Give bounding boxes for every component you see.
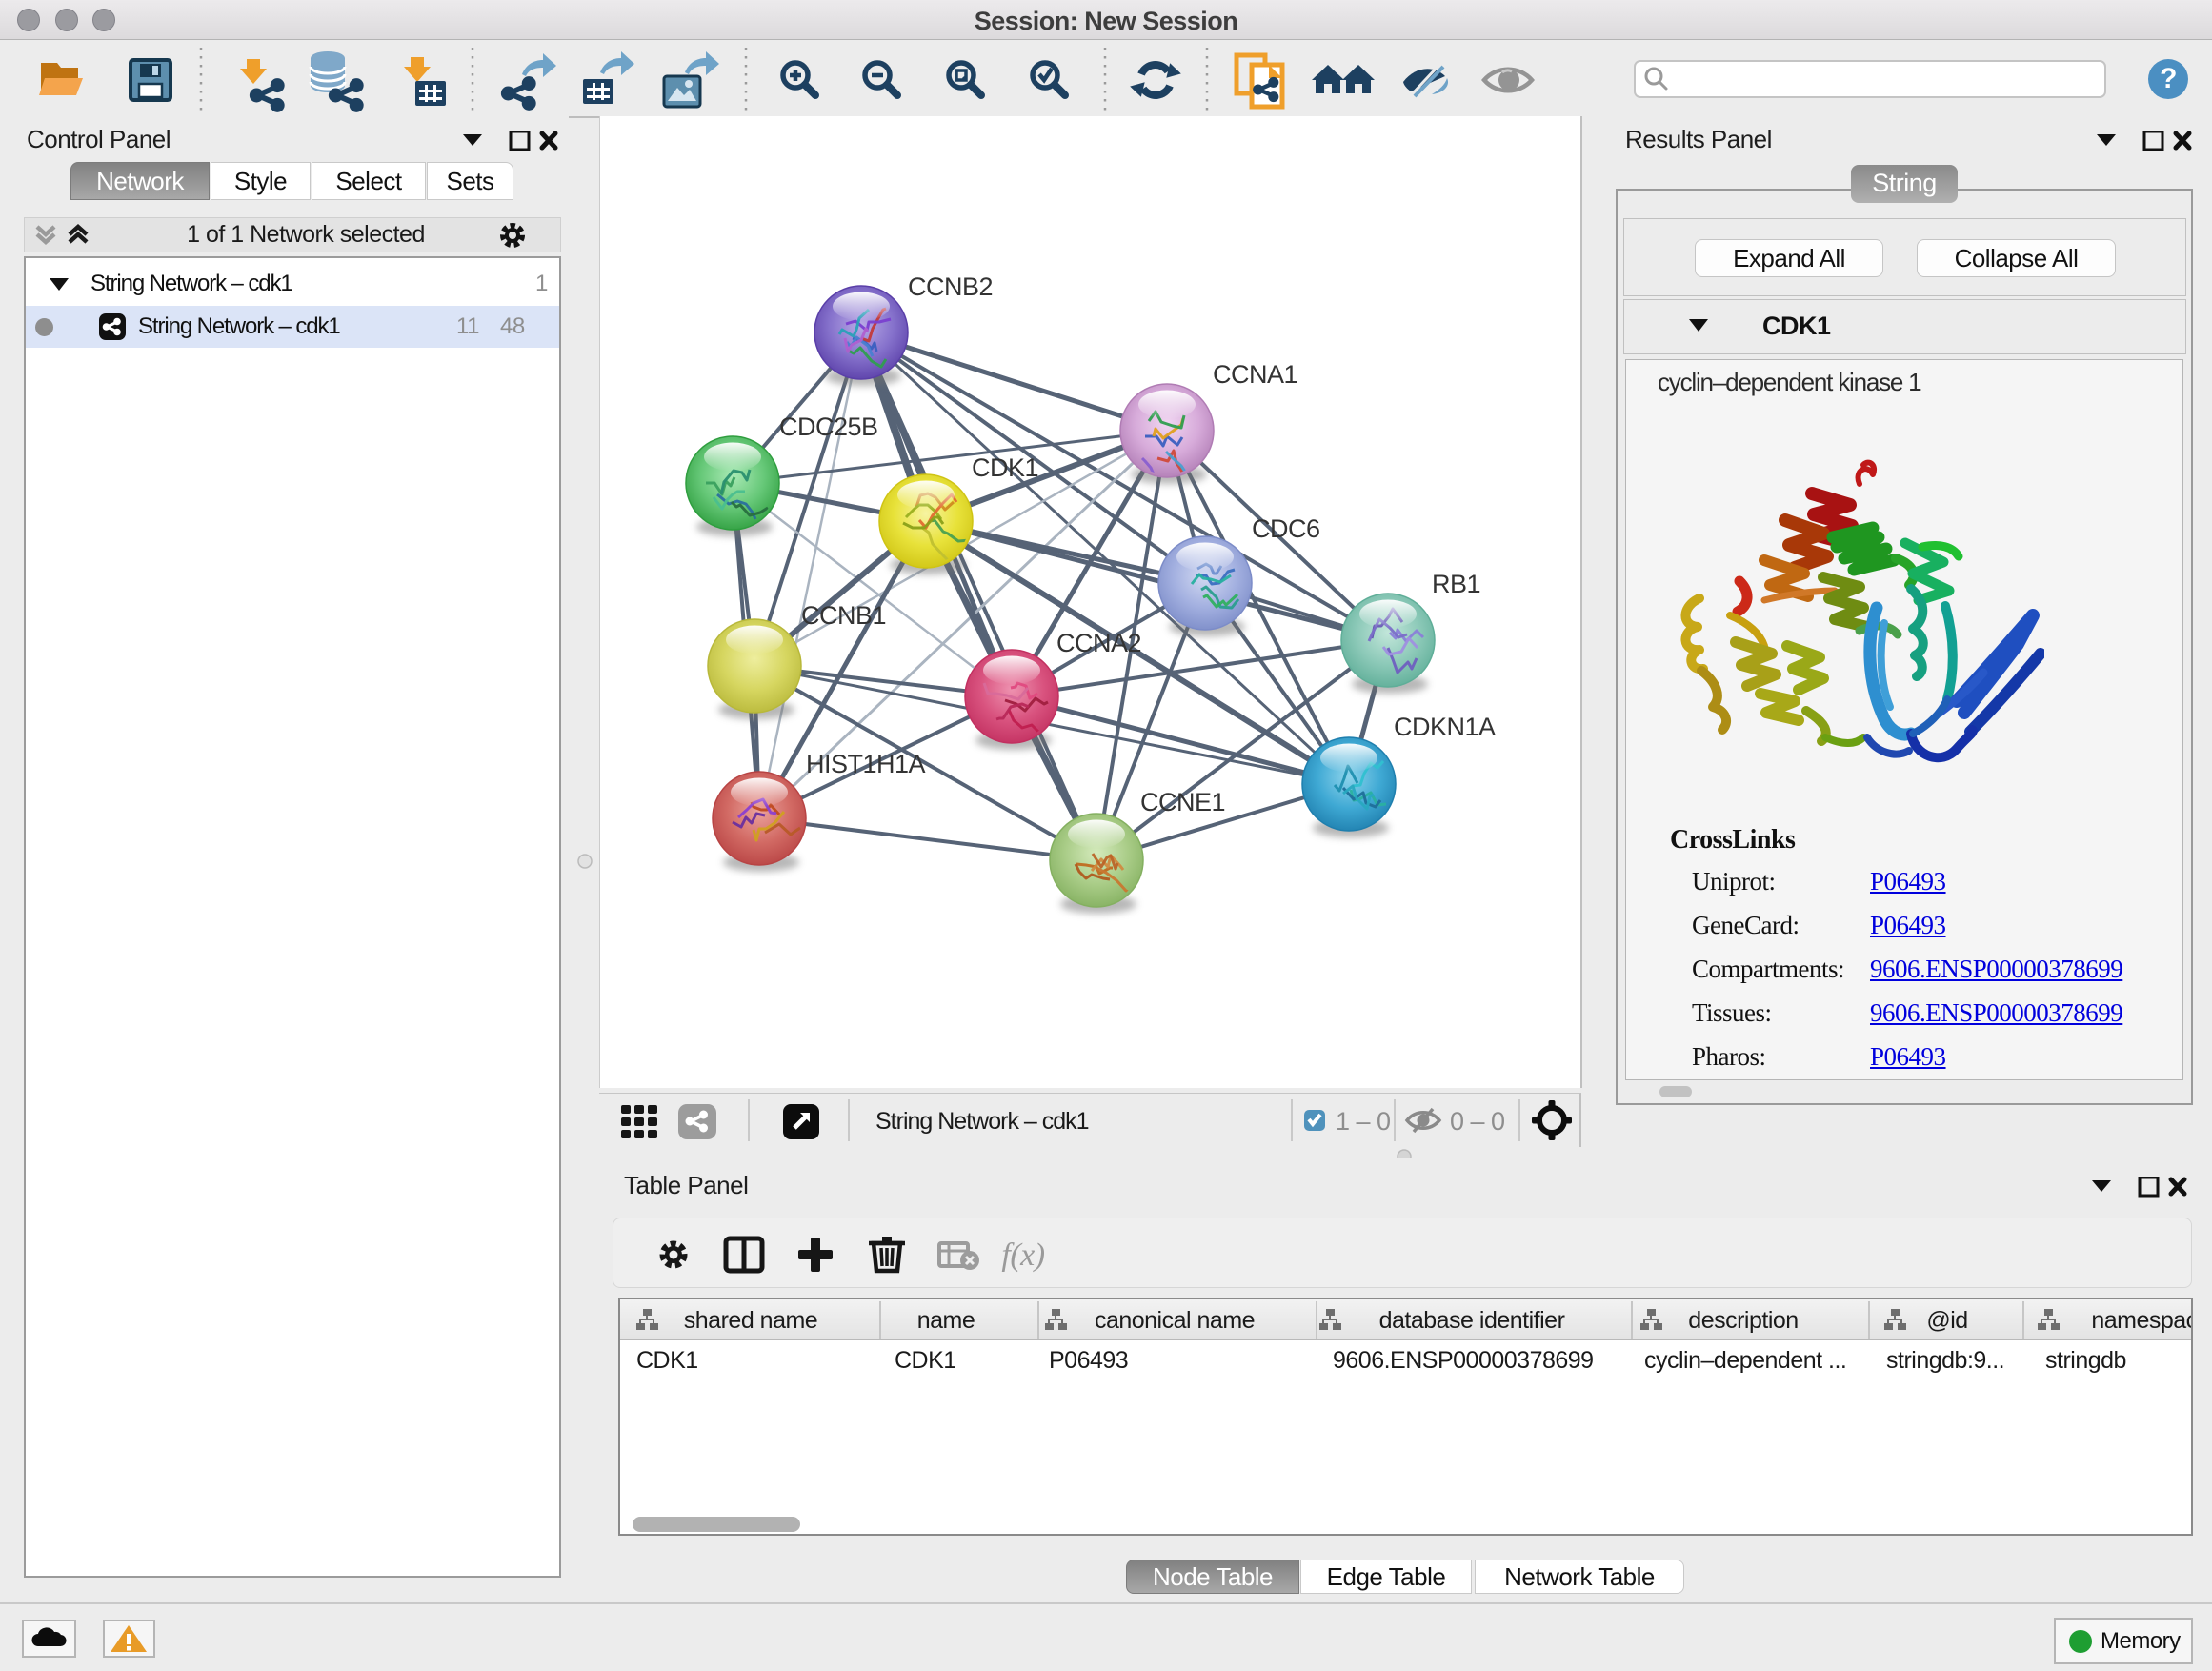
svg-text:stringdb:9...: stringdb:9...	[1886, 1347, 2004, 1374]
svg-text:CDC25B: CDC25B	[779, 413, 878, 441]
svg-text:0 – 0: 0 – 0	[1450, 1107, 1505, 1136]
svg-text:P06493: P06493	[1049, 1347, 1128, 1374]
svg-text:name: name	[917, 1307, 975, 1334]
svg-text:description: description	[1688, 1307, 1798, 1334]
svg-text:CDKN1A: CDKN1A	[1394, 713, 1496, 741]
svg-text:CDK1: CDK1	[636, 1347, 698, 1374]
svg-text:9606.ENSP00000378699: 9606.ENSP00000378699	[1333, 1347, 1594, 1374]
svg-text:HIST1H1A: HIST1H1A	[806, 750, 926, 778]
svg-text:CCNB2: CCNB2	[908, 272, 993, 301]
svg-text:canonical name: canonical name	[1095, 1307, 1255, 1334]
svg-text:namespac: namespac	[2091, 1307, 2191, 1334]
svg-text:CDC6: CDC6	[1252, 514, 1320, 543]
svg-text:CDK1: CDK1	[895, 1347, 956, 1374]
svg-text:cyclin–dependent ...: cyclin–dependent ...	[1644, 1347, 1846, 1374]
svg-text:database identifier: database identifier	[1379, 1307, 1565, 1334]
svg-text:CCNE1: CCNE1	[1140, 788, 1225, 816]
svg-text:CCNA1: CCNA1	[1213, 360, 1297, 389]
svg-text:CCNB1: CCNB1	[801, 601, 886, 630]
svg-text:RB1: RB1	[1432, 570, 1480, 598]
svg-text:stringdb: stringdb	[2045, 1347, 2126, 1374]
svg-text:@id: @id	[1926, 1307, 1967, 1334]
svg-text:f(x): f(x)	[1001, 1238, 1044, 1273]
svg-text:String Network – cdk1: String Network – cdk1	[875, 1108, 1089, 1135]
svg-text:CCNA2: CCNA2	[1056, 629, 1141, 657]
svg-text:shared name: shared name	[684, 1307, 817, 1334]
svg-text:CDK1: CDK1	[972, 453, 1038, 482]
svg-text:1 – 0: 1 – 0	[1336, 1107, 1391, 1136]
